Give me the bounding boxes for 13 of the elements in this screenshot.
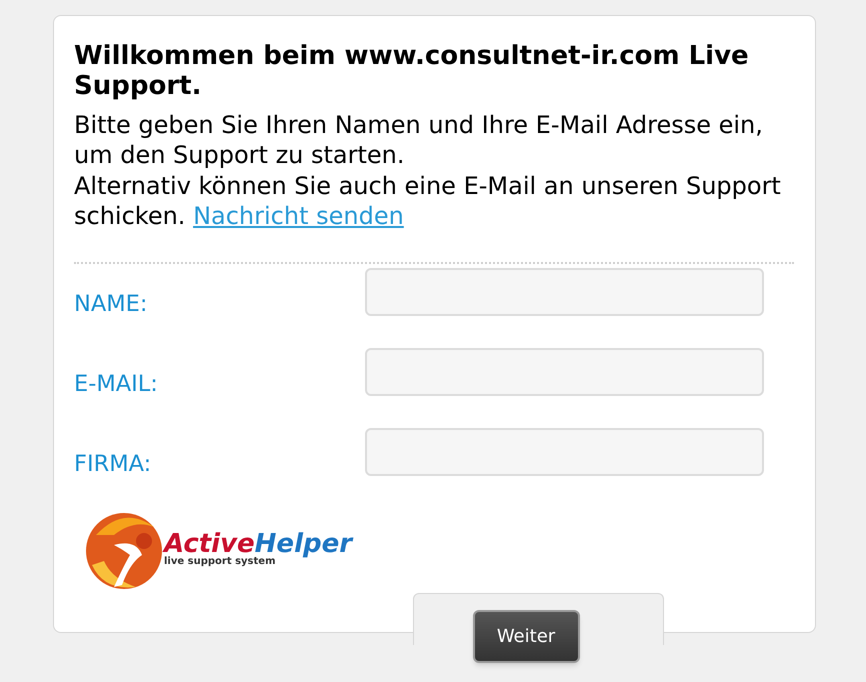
field-label: FIRMA: bbox=[74, 450, 152, 478]
logo-text: Helper bbox=[254, 531, 352, 557]
welcome-heading: Willkommen beim www.consultnet-ir.com Live Support. bbox=[74, 41, 750, 101]
input-field[interactable] bbox=[365, 428, 764, 476]
field-label: NAME: bbox=[74, 290, 148, 318]
continue-button[interactable]: Weiter bbox=[472, 610, 580, 663]
alternative-text: Alternativ können Sie auch eine E-Mail an unseren Support schicken. Nachricht senden bbox=[74, 171, 782, 231]
logo-tagline: live support system bbox=[164, 557, 276, 567]
intro-text: Bitte geben Sie Ihren Namen und Ihre E-Mail Adresse ein, um den Support zu starten. bbox=[74, 110, 764, 170]
field-label: E-MAIL: bbox=[74, 370, 159, 398]
input-field[interactable] bbox=[365, 268, 764, 316]
input-field[interactable] bbox=[365, 348, 764, 396]
logo-text: Active bbox=[164, 531, 255, 557]
